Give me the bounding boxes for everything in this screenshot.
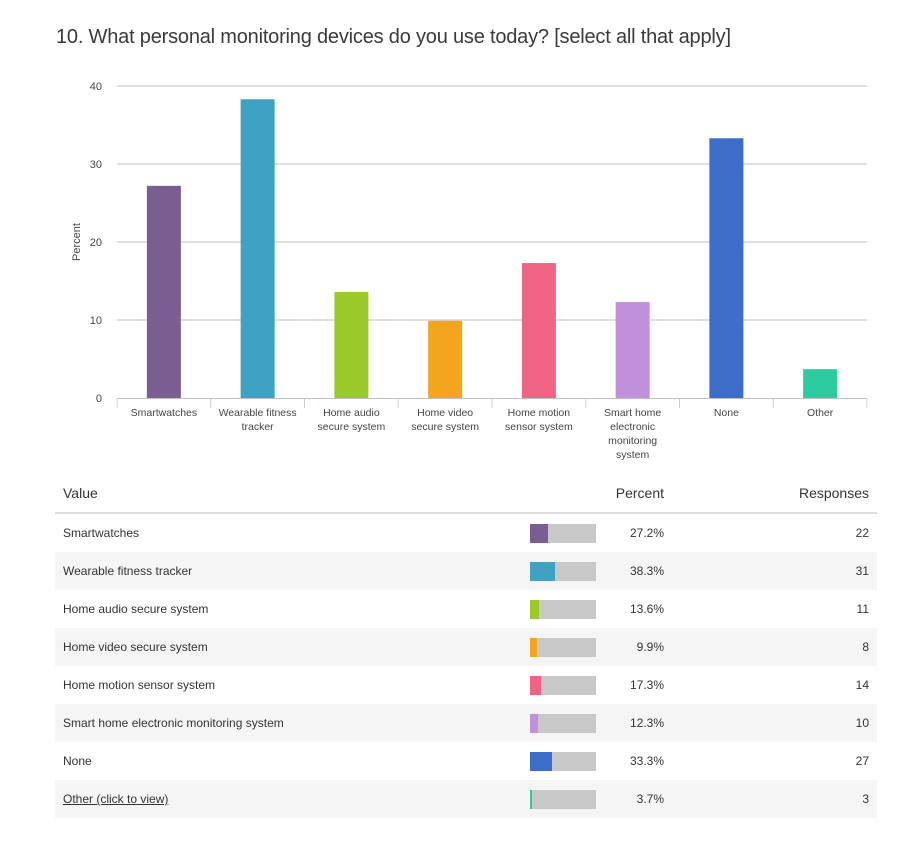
bar-chart: 0 10 20 30 40 Percent Smartwatches Wearable f… [71, 81, 868, 461]
y-tick-label: 30 [90, 159, 102, 171]
percent-bar-fill [530, 600, 539, 619]
table-row: Home audio secure system 13.6% 11 [55, 590, 877, 628]
row-responses: 11 [856, 602, 869, 616]
row-label: Home motion sensor system [63, 678, 216, 692]
y-tick-label: 40 [90, 81, 102, 93]
other-view-link[interactable]: Other (click to view) [63, 792, 168, 806]
percent-bar [530, 752, 596, 771]
row-responses: 3 [862, 792, 869, 806]
row-label: Home video secure system [63, 640, 208, 654]
row-percent: 12.3% [629, 716, 664, 730]
x-tick-label: None [714, 407, 739, 419]
percent-bar [530, 790, 596, 809]
x-tick-label: Wearable fitness tracker [219, 407, 297, 433]
table-row: None 33.3% 27 [55, 742, 877, 780]
table-row: Other (click to view) 3.7% 3 [55, 780, 877, 818]
percent-bar-fill [530, 790, 533, 809]
header-responses[interactable]: Responses [799, 485, 869, 501]
bar[interactable] [334, 291, 369, 398]
header-percent[interactable]: Percent [616, 485, 664, 501]
x-tick-label: Home video secure system [411, 407, 479, 433]
percent-bar [530, 638, 596, 657]
x-tick-label: Smartwatches [131, 407, 198, 419]
table-row: Home motion sensor system 17.3% 14 [55, 666, 877, 704]
y-axis-ticks: 0 10 20 30 40 [90, 81, 102, 405]
x-tick-label: Home audio secure system [318, 407, 386, 433]
bar[interactable] [428, 320, 463, 398]
row-percent: 9.9% [636, 640, 664, 654]
percent-bar-fill [530, 752, 552, 771]
table-row: Wearable fitness tracker 38.3% 31 [55, 552, 877, 590]
table-row: Smart home electronic monitoring system 1… [55, 704, 877, 742]
row-percent: 27.2% [629, 526, 664, 540]
bar[interactable] [240, 99, 275, 398]
bar[interactable] [615, 302, 650, 398]
row-responses: 10 [855, 716, 869, 730]
percent-bar-fill [530, 676, 542, 695]
bar[interactable] [803, 369, 838, 398]
y-axis-label: Percent [71, 223, 83, 261]
x-axis-labels: Smartwatches Wearable fitness tracker Home … [131, 407, 834, 461]
bar[interactable] [709, 138, 744, 398]
y-tick-label: 20 [90, 237, 102, 249]
row-percent: 38.3% [629, 564, 664, 578]
percent-bar [530, 676, 596, 695]
row-responses: 14 [855, 678, 869, 692]
percent-bar-fill [530, 524, 548, 543]
y-tick-label: 10 [90, 315, 102, 327]
row-label: Wearable fitness tracker [63, 564, 193, 578]
results-table: Value Percent Responses Smartwatches 27.2… [55, 476, 877, 818]
row-percent: 33.3% [629, 754, 664, 768]
row-percent: 17.3% [629, 678, 664, 692]
percent-bar [530, 562, 596, 581]
header-value[interactable]: Value [63, 485, 98, 501]
bar[interactable] [146, 185, 181, 398]
table-body: Smartwatches 27.2% 22 Wearable fitness trac… [55, 514, 877, 818]
row-percent: 3.7% [636, 792, 664, 806]
table-row: Home video secure system 9.9% 8 [55, 628, 877, 666]
table-header: Value Percent Responses [55, 476, 877, 514]
table-row: Smartwatches 27.2% 22 [55, 514, 877, 552]
y-tick-label: 0 [96, 393, 102, 405]
x-tick-label: Smart home electronic monitoring system [604, 407, 661, 461]
percent-bar-fill [530, 562, 556, 581]
row-responses: 31 [855, 564, 869, 578]
percent-bar-fill [530, 714, 539, 733]
row-responses: 22 [855, 526, 869, 540]
percent-bar [530, 600, 596, 619]
percent-bar-fill [530, 638, 537, 657]
chart-bars [146, 99, 838, 398]
chart-gridlines [117, 85, 867, 321]
bar[interactable] [521, 263, 556, 398]
row-label: Smartwatches [63, 526, 140, 540]
row-label: None [63, 754, 92, 768]
row-responses: 8 [862, 640, 869, 654]
x-tick-label: Other [807, 407, 834, 419]
row-label: Smart home electronic monitoring system [63, 716, 284, 730]
row-responses: 27 [855, 754, 869, 768]
percent-bar [530, 714, 596, 733]
percent-bar [530, 524, 596, 543]
x-tick-label: Home motion sensor system [505, 407, 573, 433]
row-percent: 13.6% [629, 602, 664, 616]
row-label: Home audio secure system [63, 602, 209, 616]
